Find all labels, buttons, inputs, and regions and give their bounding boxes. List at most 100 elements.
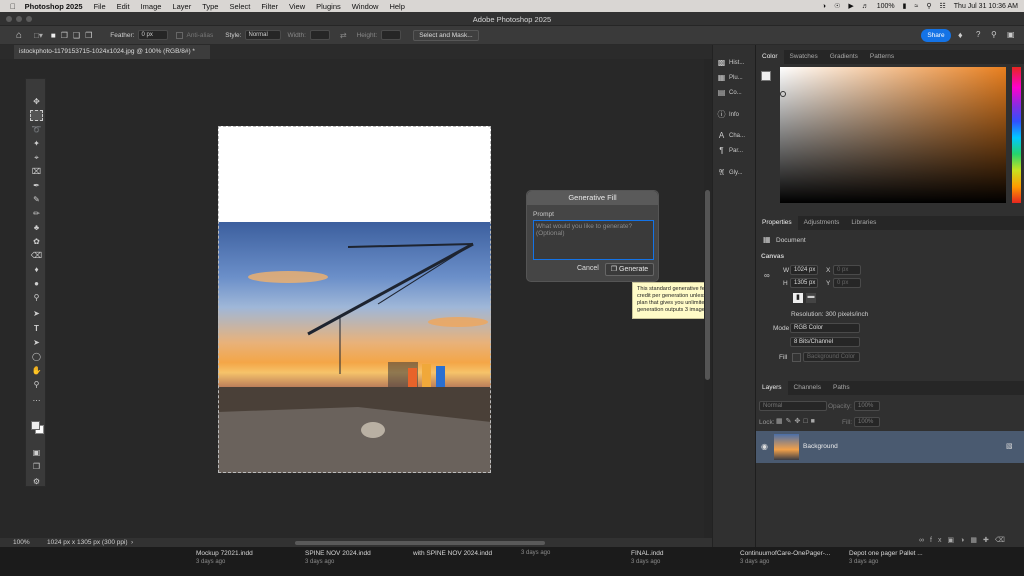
zoom-tool-icon[interactable]: ⚲ xyxy=(30,379,43,390)
hand-tool-icon[interactable]: ✋ xyxy=(30,365,43,376)
menu-window[interactable]: Window xyxy=(352,2,379,11)
wifi-icon[interactable]: ≈ xyxy=(915,3,919,10)
layer-visibility-eye-icon[interactable]: ◉ xyxy=(761,442,768,451)
menubar-clock[interactable]: Thu Jul 31 10:36 AM xyxy=(954,3,1018,10)
paragraph-panel-button[interactable]: ¶ Par... xyxy=(717,146,743,155)
spotlight-search-icon[interactable]: ⚲ xyxy=(926,2,931,10)
character-panel-button[interactable]: A Cha... xyxy=(717,131,745,140)
frame-tool-icon[interactable]: ⌧ xyxy=(30,166,43,177)
history-panel-button[interactable]: ▩ Hist... xyxy=(717,58,745,67)
color-panel-fg-bg[interactable] xyxy=(761,71,771,81)
recent-file[interactable]: Mockup 72021.indd 3 days ago xyxy=(196,549,253,567)
menu-layer[interactable]: Layer xyxy=(172,2,191,11)
fill-swatch[interactable] xyxy=(792,353,801,362)
x-field[interactable]: 0 px xyxy=(833,265,861,275)
tab-adjustments[interactable]: Adjustments xyxy=(798,216,846,230)
fill-select[interactable]: Background Color xyxy=(803,352,860,362)
pen-tool-icon[interactable]: ➤ xyxy=(30,308,43,319)
bit-depth-select[interactable]: 8 Bits/Channel xyxy=(790,337,860,347)
vertical-scroll-thumb[interactable] xyxy=(705,190,710,380)
document-tab[interactable]: istockphoto-1179153715-1024x1024.jpg @ 1… xyxy=(14,45,210,59)
adjustment-layer-icon[interactable]: ◑ xyxy=(960,537,970,544)
add-mask-icon[interactable]: ▣ xyxy=(947,537,960,544)
clone-stamp-icon[interactable]: ♣ xyxy=(30,222,43,233)
tab-layers[interactable]: Layers xyxy=(756,381,788,395)
info-panel-button[interactable]: ⓘ Info xyxy=(717,109,740,120)
tab-gradients[interactable]: Gradients xyxy=(824,50,864,64)
add-selection-icon[interactable]: ❐ xyxy=(61,31,68,40)
quick-mask-icon[interactable]: ▣ xyxy=(30,447,43,458)
menu-help[interactable]: Help xyxy=(389,2,404,11)
layer-lock-icon[interactable]: ▧ xyxy=(1006,442,1013,450)
help-icon[interactable]: ? xyxy=(976,30,980,39)
recent-file[interactable]: with SPINE NOV 2024.indd 3 days ago xyxy=(413,549,550,558)
recent-file[interactable]: Depot one pager Pallet ... 3 days ago xyxy=(849,549,923,567)
control-center-icon[interactable]: ☷ xyxy=(940,2,946,10)
menu-filter[interactable]: Filter xyxy=(261,2,278,11)
swap-icon[interactable]: ⇄ xyxy=(340,31,347,40)
apple-icon[interactable]:  xyxy=(10,2,16,11)
opacity-field[interactable]: 100% xyxy=(854,401,880,411)
share-button[interactable]: Share xyxy=(921,29,951,42)
canvas-section-label[interactable]: Canvas xyxy=(761,253,784,260)
blend-mode-select[interactable]: Normal xyxy=(759,401,827,411)
recent-file[interactable]: FINAL.indd 3 days ago xyxy=(631,549,664,567)
menu-image[interactable]: Image xyxy=(141,2,162,11)
crop-tool-icon[interactable]: ⌖ xyxy=(30,152,43,163)
prompt-input[interactable] xyxy=(533,220,654,260)
move-tool-icon[interactable]: ✥ xyxy=(30,96,43,107)
new-layer-icon[interactable]: ✚ xyxy=(983,537,995,544)
foreground-color-swatch[interactable] xyxy=(31,421,40,430)
type-tool-icon[interactable]: T xyxy=(30,323,43,334)
search-icon[interactable]: ⚲ xyxy=(991,30,997,39)
dodge-tool-icon[interactable]: ⚲ xyxy=(30,292,43,303)
horizontal-scroll-thumb[interactable] xyxy=(295,541,545,545)
link-dimensions-icon[interactable]: ∞ xyxy=(764,271,770,280)
height-input[interactable] xyxy=(381,30,402,40)
object-selection-icon[interactable]: ✦ xyxy=(30,138,43,149)
tab-color[interactable]: Color xyxy=(756,50,784,64)
group-icon[interactable]: ▦ xyxy=(970,537,983,544)
history-brush-icon[interactable]: ✿ xyxy=(30,236,43,247)
menu-view[interactable]: View xyxy=(289,2,305,11)
eraser-tool-icon[interactable]: ⌫ xyxy=(30,250,43,261)
color-picker-cursor[interactable] xyxy=(780,91,786,97)
paint-bucket-icon[interactable]: ♦ xyxy=(30,264,43,275)
more-tools-icon[interactable]: ⋯ xyxy=(30,395,43,406)
feather-input[interactable]: 0 px xyxy=(138,30,169,40)
mode-select[interactable]: RGB Color xyxy=(790,323,860,333)
ellipse-tool-icon[interactable]: ◯ xyxy=(30,351,43,362)
menu-edit[interactable]: Edit xyxy=(117,2,130,11)
hue-slider[interactable] xyxy=(1012,67,1021,203)
play-icon[interactable]: ▶ xyxy=(848,2,853,10)
tab-paths[interactable]: Paths xyxy=(827,381,856,395)
landscape-orientation-icon[interactable]: ▬ xyxy=(806,293,816,303)
delete-layer-icon[interactable]: ⌫ xyxy=(995,537,1011,544)
path-selection-icon[interactable]: ➤ xyxy=(30,337,43,348)
foreground-background-colors[interactable] xyxy=(30,419,44,437)
recent-file[interactable]: ContinuumofCare-OnePager-... 3 days ago xyxy=(740,549,830,567)
tab-channels[interactable]: Channels xyxy=(788,381,827,395)
height-field[interactable]: 1305 px xyxy=(790,278,818,288)
rectangular-marquee-icon[interactable] xyxy=(30,110,43,121)
new-selection-icon[interactable]: ■ xyxy=(51,31,56,40)
fx-icon[interactable]: fx xyxy=(930,537,947,544)
layer-name[interactable]: Background xyxy=(803,443,838,450)
workspace-icon[interactable]: ▣ xyxy=(1007,30,1015,39)
screen-mode-icon[interactable]: ❐ xyxy=(30,461,43,472)
intersect-selection-icon[interactable]: ❒ xyxy=(85,31,92,40)
width-input[interactable] xyxy=(309,30,330,40)
battery-icon[interactable]: ▮ xyxy=(903,2,907,10)
y-field[interactable]: 0 px xyxy=(833,278,861,288)
width-field[interactable]: 1024 px xyxy=(790,265,818,275)
plugins-panel-button[interactable]: ▦ Plu... xyxy=(717,73,743,82)
recent-file[interactable]: SPINE NOV 2024.indd 3 days ago xyxy=(305,549,371,567)
portrait-orientation-icon[interactable]: ▮ xyxy=(793,293,803,303)
creative-cloud-icon[interactable]: ☉ xyxy=(834,2,840,10)
color-picker-field[interactable] xyxy=(780,67,1006,203)
glyphs-panel-button[interactable]: 𝔄 Gly... xyxy=(717,168,743,178)
healing-brush-icon[interactable]: ✎ xyxy=(30,194,43,205)
edit-toolbar-icon[interactable]: ⚙ xyxy=(30,476,43,487)
bell-icon[interactable]: ♦ xyxy=(958,30,963,40)
menu-select[interactable]: Select xyxy=(229,2,250,11)
